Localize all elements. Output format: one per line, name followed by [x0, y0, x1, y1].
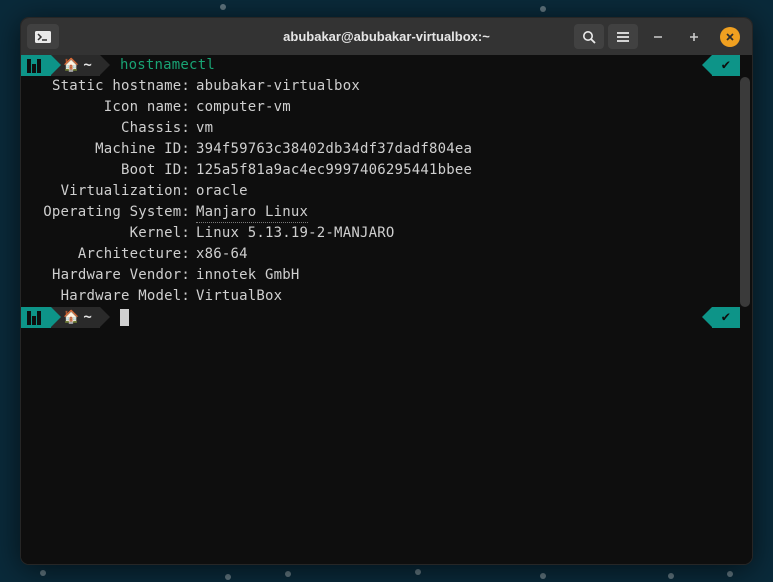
- output-row: Icon name:computer-vm: [21, 97, 752, 118]
- close-icon: [725, 32, 735, 42]
- output-key: Icon name:: [21, 97, 196, 118]
- search-button[interactable]: [574, 24, 604, 49]
- window-title: abubakar@abubakar-virtualbox:~: [21, 29, 752, 44]
- output-row: Virtualization:oracle: [21, 181, 752, 202]
- output-key: Architecture:: [21, 244, 196, 265]
- output-row: Kernel:Linux 5.13.19-2-MANJARO: [21, 223, 752, 244]
- prompt-row: 🏠 ~ ✔: [21, 307, 752, 328]
- prompt-path: ~: [83, 307, 92, 328]
- prompt-row: 🏠 ~ hostnamectl ✔: [21, 55, 752, 76]
- output-row: Chassis:vm: [21, 118, 752, 139]
- titlebar: abubakar@abubakar-virtualbox:~: [21, 18, 752, 55]
- output-value: 394f59763c38402db34df37dadf804ea: [196, 139, 472, 160]
- home-icon: 🏠: [63, 307, 79, 328]
- output-row: Hardware Vendor:innotek GmbH: [21, 265, 752, 286]
- terminal-icon: [35, 31, 51, 43]
- maximize-button[interactable]: [684, 27, 704, 47]
- manjaro-logo-icon: [27, 311, 41, 325]
- status-chevron: [702, 307, 712, 327]
- output-value: abubakar-virtualbox: [196, 76, 360, 97]
- prompt-logo-segment: [21, 307, 51, 328]
- output-key: Operating System:: [21, 202, 196, 223]
- output-value: oracle: [196, 181, 248, 202]
- output-key: Machine ID:: [21, 139, 196, 160]
- output-row: Architecture:x86-64: [21, 244, 752, 265]
- hamburger-icon: [616, 31, 630, 43]
- search-icon: [582, 30, 596, 44]
- command-output: Static hostname:abubakar-virtualboxIcon …: [21, 76, 752, 307]
- output-key: Hardware Model:: [21, 286, 196, 307]
- output-key: Hardware Vendor:: [21, 265, 196, 286]
- terminal-window: abubakar@abubakar-virtualbox:~: [20, 17, 753, 565]
- manjaro-logo-icon: [27, 59, 41, 73]
- minimize-button[interactable]: [648, 27, 668, 47]
- close-button[interactable]: [720, 27, 740, 47]
- output-key: Virtualization:: [21, 181, 196, 202]
- command-text: hostnamectl: [120, 55, 215, 76]
- minimize-icon: [653, 32, 663, 42]
- status-chevron: [702, 55, 712, 75]
- output-value: computer-vm: [196, 97, 291, 118]
- cursor: [120, 309, 129, 326]
- maximize-icon: [689, 32, 699, 42]
- status-indicator: ✔: [712, 55, 740, 76]
- output-value: Manjaro Linux: [196, 202, 308, 223]
- output-value: VirtualBox: [196, 286, 282, 307]
- new-tab-button[interactable]: [27, 24, 59, 49]
- output-row: Operating System:Manjaro Linux: [21, 202, 752, 223]
- output-key: Chassis:: [21, 118, 196, 139]
- terminal-body[interactable]: 🏠 ~ hostnamectl ✔ Static hostname:abubak…: [21, 55, 752, 564]
- output-value: innotek GmbH: [196, 265, 300, 286]
- home-icon: 🏠: [63, 55, 79, 76]
- output-row: Boot ID:125a5f81a9ac4ec9997406295441bbee: [21, 160, 752, 181]
- output-key: Kernel:: [21, 223, 196, 244]
- output-value: Linux 5.13.19-2-MANJARO: [196, 223, 394, 244]
- prompt-path: ~: [83, 55, 92, 76]
- output-value: vm: [196, 118, 213, 139]
- output-value: 125a5f81a9ac4ec9997406295441bbee: [196, 160, 472, 181]
- status-indicator: ✔: [712, 307, 740, 328]
- output-key: Boot ID:: [21, 160, 196, 181]
- output-key: Static hostname:: [21, 76, 196, 97]
- prompt-logo-segment: [21, 55, 51, 76]
- check-icon: ✔: [722, 307, 731, 328]
- check-icon: ✔: [722, 55, 731, 76]
- output-row: Static hostname:abubakar-virtualbox: [21, 76, 752, 97]
- output-value: x86-64: [196, 244, 248, 265]
- output-row: Machine ID:394f59763c38402db34df37dadf80…: [21, 139, 752, 160]
- menu-button[interactable]: [608, 24, 638, 49]
- scrollbar[interactable]: [740, 77, 750, 307]
- output-row: Hardware Model:VirtualBox: [21, 286, 752, 307]
